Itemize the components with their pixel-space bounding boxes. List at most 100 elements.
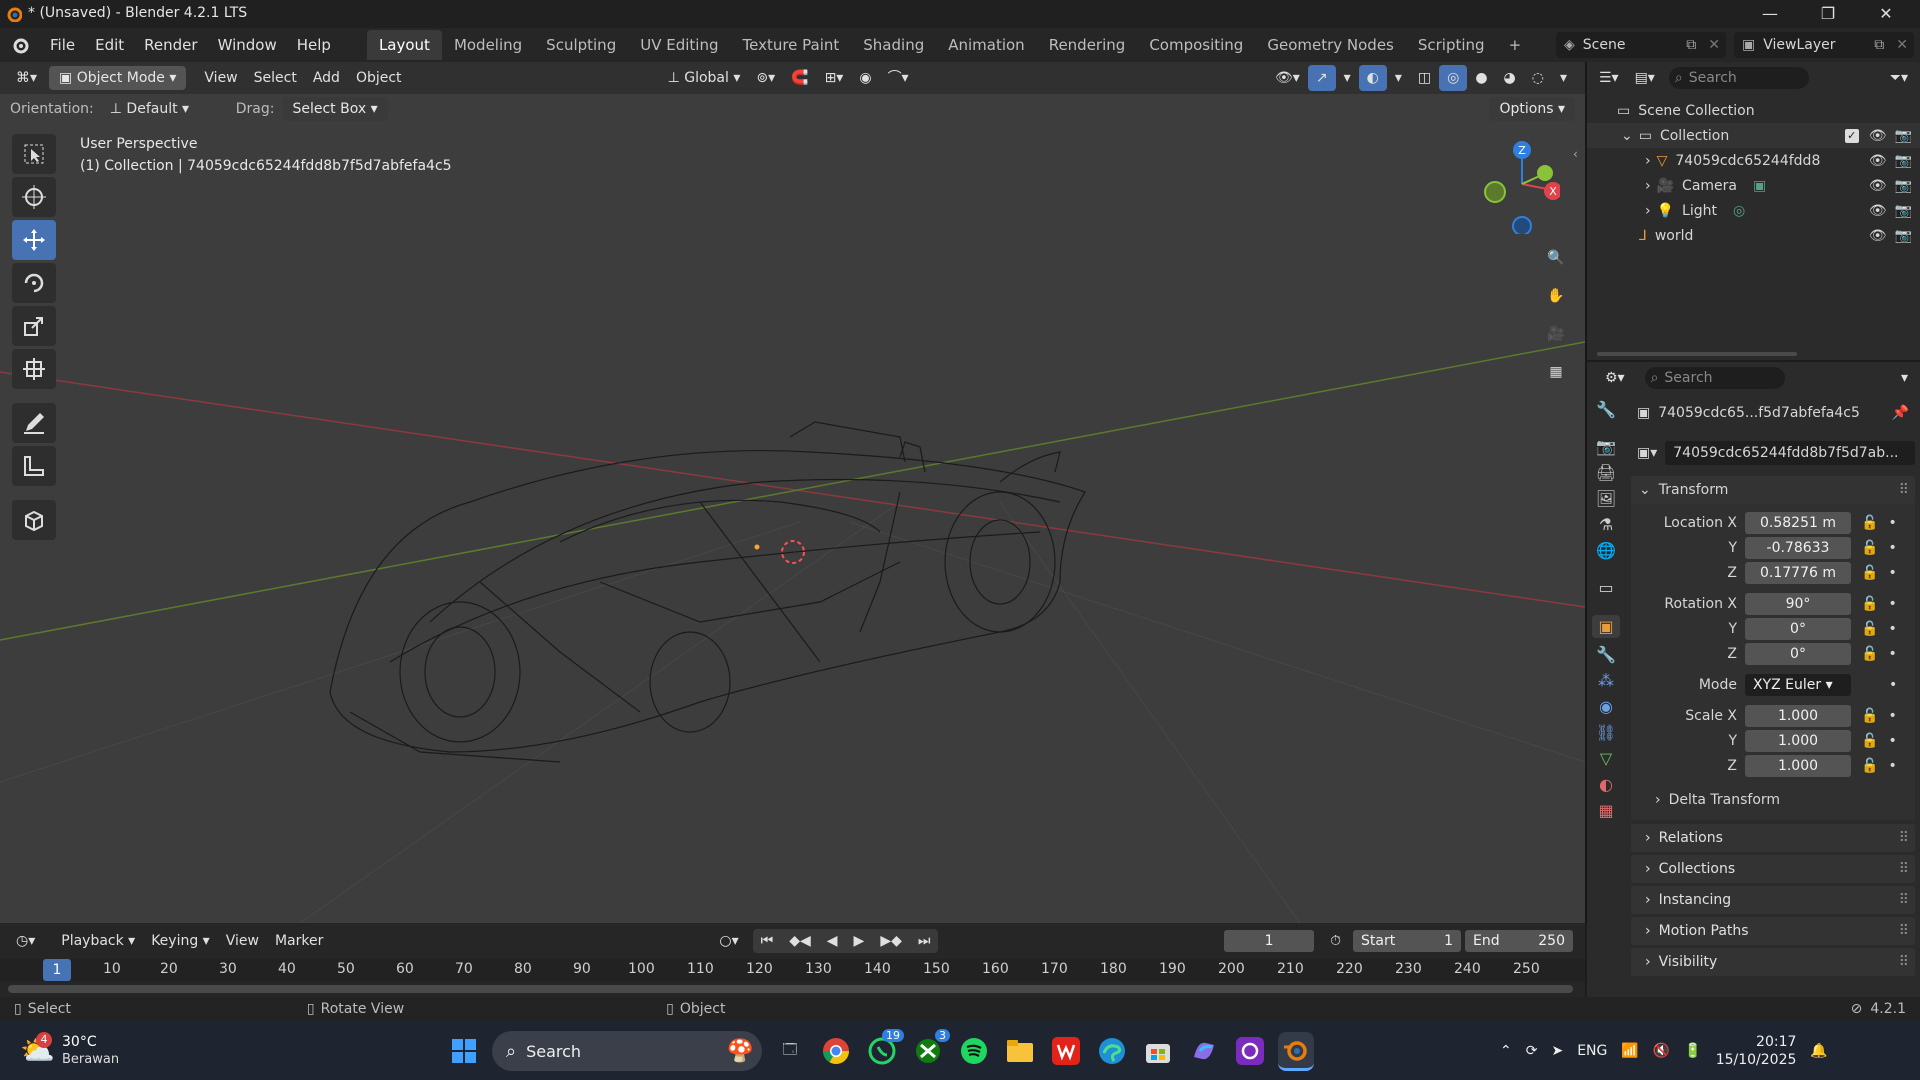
zoom-icon[interactable]: 🔍 [1538, 240, 1574, 276]
outliner-row-world[interactable]: ⅃ world 👁 📷 [1587, 223, 1920, 248]
keyframe-dot-icon[interactable]: • [1888, 515, 1896, 531]
properties-options-icon[interactable]: ▾ [1893, 365, 1916, 391]
lock-icon[interactable]: 🔓 [1861, 515, 1878, 531]
falloff-icon[interactable]: ⌒▾ [880, 65, 917, 91]
add-cube-tool-icon[interactable] [12, 500, 56, 540]
tab-modeling[interactable]: Modeling [442, 30, 534, 60]
solid-shading-icon[interactable]: ● [1467, 65, 1495, 91]
new-view-layer-icon[interactable]: ⧉ [1868, 37, 1890, 53]
snap-target-icon[interactable]: ⊞▾ [817, 65, 852, 91]
volume-mute-icon[interactable]: 🔇 [1653, 1043, 1670, 1059]
scale-x-field[interactable]: 1.000 [1745, 704, 1851, 727]
location-y-field[interactable]: -0.78633 [1745, 536, 1851, 559]
lock-icon[interactable]: 🔓 [1861, 646, 1878, 662]
menu-help[interactable]: Help [287, 28, 341, 62]
world-tab-icon[interactable]: 🌐 [1596, 541, 1616, 560]
tab-animation[interactable]: Animation [936, 30, 1036, 60]
visibility-panel-header[interactable]: › Visibility ⠿ [1631, 948, 1915, 976]
task-view-icon[interactable]: 🗔 [772, 1033, 808, 1069]
tab-geometry-nodes[interactable]: Geometry Nodes [1255, 30, 1406, 60]
drag-handle-icon[interactable]: ⠿ [1899, 855, 1909, 883]
render-camera-icon[interactable]: 📷 [1895, 228, 1912, 244]
outliner-row-collection[interactable]: ⌄ ▭ Collection ✓ 👁 📷 [1587, 123, 1920, 148]
remove-scene-icon[interactable]: ✕ [1702, 37, 1726, 53]
editor-type-icon[interactable]: ⌘▾ [8, 65, 45, 91]
render-tab-icon[interactable]: 📷 [1596, 437, 1616, 456]
sidebar-toggle-icon[interactable]: ‹ [1573, 147, 1578, 161]
spotify-icon[interactable] [956, 1033, 992, 1069]
expand-arrow-icon[interactable]: › [1645, 178, 1651, 194]
maximize-button[interactable]: ❐ [1800, 0, 1856, 28]
location-x-field[interactable]: 0.58251 m [1745, 511, 1851, 534]
scene-tab-icon[interactable]: ⚗ [1599, 515, 1613, 534]
timeline-menu-keying[interactable]: Keying ▾ [143, 928, 218, 954]
lock-icon[interactable]: 🔓 [1861, 621, 1878, 637]
tray-chevron-icon[interactable]: ⌃ [1500, 1043, 1512, 1059]
overlay-dropdown-icon[interactable]: ▾ [1387, 65, 1410, 91]
tab-rendering[interactable]: Rendering [1037, 30, 1138, 60]
measure-tool-icon[interactable] [12, 446, 56, 486]
shading-dropdown-icon[interactable]: ▾ [1552, 65, 1575, 91]
keyframe-dot-icon[interactable]: • [1888, 708, 1896, 724]
current-frame-field[interactable]: 1 [1224, 930, 1315, 952]
timeline-menu-view[interactable]: View [218, 928, 267, 954]
outliner-editor-icon[interactable]: ☰▾ [1591, 65, 1627, 91]
viewport-menu-select[interactable]: Select [246, 65, 305, 91]
remove-view-layer-icon[interactable]: ✕ [1890, 37, 1914, 53]
keyframe-dot-icon[interactable]: • [1888, 540, 1896, 556]
timeline-scrollbar[interactable] [8, 985, 1573, 993]
camera-data-icon[interactable]: ▣ [1753, 178, 1766, 194]
eye-icon[interactable]: 👁 [1869, 128, 1887, 144]
pan-hand-icon[interactable]: ✋ [1538, 278, 1574, 314]
start-frame-field[interactable]: Start 1 [1353, 930, 1461, 952]
eye-icon[interactable]: 👁 [1869, 178, 1887, 194]
add-workspace-icon[interactable]: + [1497, 30, 1534, 60]
auto-keying-icon[interactable]: ○▾ [711, 928, 746, 954]
playhead[interactable]: 1 [43, 959, 71, 981]
drag-handle-icon[interactable]: ⠿ [1899, 917, 1909, 945]
xray-icon[interactable]: ◫ [1410, 65, 1439, 91]
outliner-search-input[interactable]: ⌕ Search [1668, 67, 1809, 89]
frame-ruler[interactable]: 1 10 20 30 40 50 60 70 80 90 100 110 120… [0, 959, 1585, 981]
filter-icon[interactable]: ⏷▾ [1882, 65, 1916, 91]
taskbar-search[interactable]: ⌕ Search 🍄 [492, 1031, 762, 1071]
jump-end-icon[interactable]: ⏭ [910, 928, 939, 954]
menu-file[interactable]: File [40, 28, 85, 62]
scale-y-field[interactable]: 1.000 [1745, 729, 1851, 752]
select-box-tool-icon[interactable] [12, 134, 56, 174]
outliner-row-scene-collection[interactable]: ▭ Scene Collection [1587, 98, 1920, 123]
transform-panel-header[interactable]: ⌄ Transform ⠿ [1631, 476, 1915, 504]
expand-arrow-icon[interactable]: › [1645, 153, 1651, 169]
wifi-icon[interactable]: 📶 [1621, 1043, 1638, 1059]
material-shading-icon[interactable]: ◕ [1496, 65, 1524, 91]
whatsapp-icon[interactable]: 19 [864, 1029, 904, 1069]
keyframe-dot-icon[interactable]: • [1888, 758, 1896, 774]
file-explorer-icon[interactable] [1002, 1033, 1038, 1069]
tab-uv-editing[interactable]: UV Editing [628, 30, 730, 60]
chrome-icon[interactable] [818, 1033, 854, 1069]
collection-tab-icon[interactable]: ▭ [1598, 578, 1613, 597]
view-layer-selector[interactable]: ▣ ViewLayer ⧉ ✕ [1734, 32, 1914, 58]
battery-icon[interactable]: 🔋 [1684, 1043, 1701, 1059]
output-tab-icon[interactable]: 🖨 [1596, 463, 1616, 482]
physics-tab-icon[interactable]: ◉ [1599, 697, 1613, 716]
annotate-tool-icon[interactable] [12, 403, 56, 443]
render-camera-icon[interactable]: 📷 [1895, 203, 1912, 219]
jump-start-icon[interactable]: ⏮ [753, 928, 782, 954]
prev-keyframe-icon[interactable]: ◆◀ [781, 928, 819, 954]
notification-bell-icon[interactable]: 🔔 [1810, 1043, 1827, 1059]
overlay-toggle-icon[interactable]: ◐ [1358, 65, 1387, 91]
drag-dropdown[interactable]: Select Box ▾ [282, 97, 388, 121]
keyframe-dot-icon[interactable]: • [1888, 621, 1896, 637]
options-dropdown[interactable]: Options ▾ [1489, 97, 1575, 121]
eye-icon[interactable]: 👁 [1869, 153, 1887, 169]
xbox-icon[interactable]: 3 [910, 1029, 950, 1069]
language-indicator[interactable]: ENG [1577, 1043, 1607, 1059]
properties-editor-icon[interactable]: ⚙▾ [1597, 365, 1633, 391]
copilot-icon[interactable] [1186, 1033, 1222, 1069]
play-reverse-icon[interactable]: ◀ [819, 928, 846, 954]
play-icon[interactable]: ▶ [846, 928, 873, 954]
rotation-x-field[interactable]: 90° [1745, 592, 1851, 615]
drag-handle-icon[interactable]: ⠿ [1899, 948, 1909, 976]
particles-tab-icon[interactable]: ⁂ [1598, 671, 1614, 690]
